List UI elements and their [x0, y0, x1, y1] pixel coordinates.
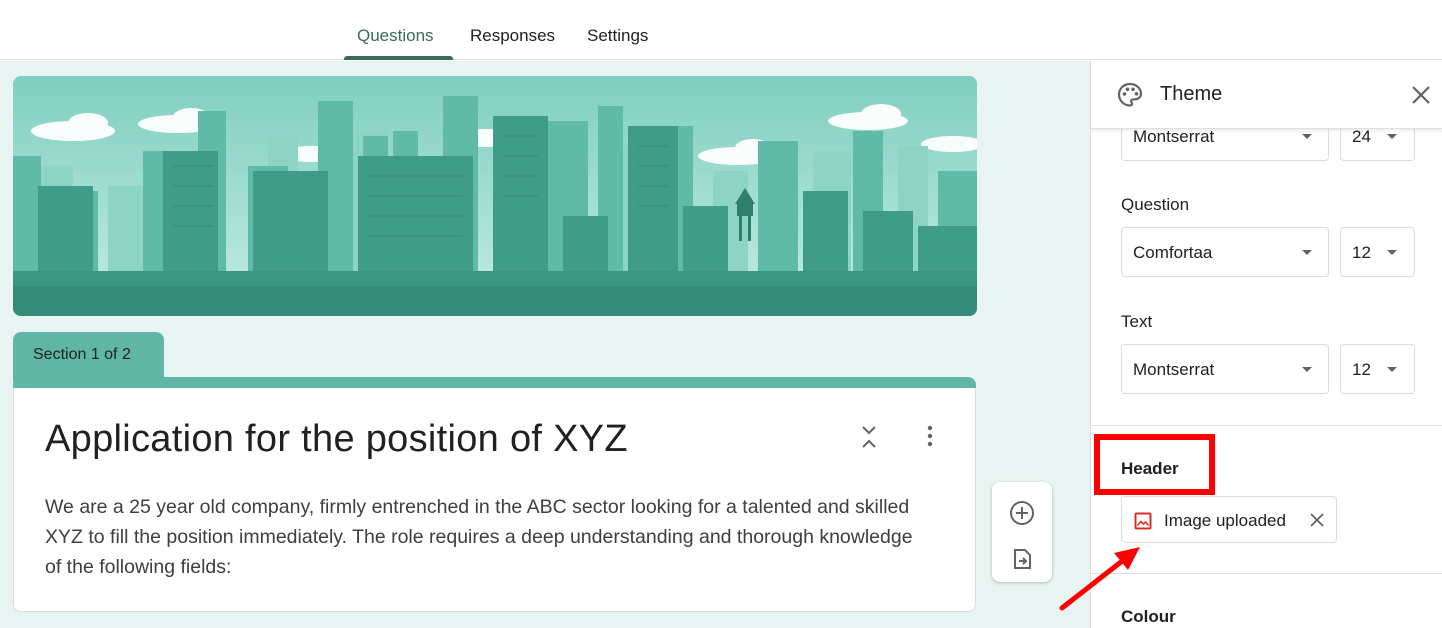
chevron-down-icon	[1302, 134, 1312, 139]
text-label: Text	[1121, 312, 1153, 331]
header-image	[13, 76, 977, 316]
question-size-value: 12	[1352, 243, 1371, 262]
header-section-label: Header	[1121, 459, 1179, 478]
tab-settings[interactable]: Settings	[587, 26, 648, 46]
more-vert-icon[interactable]	[922, 424, 938, 448]
city-skyline-illustration	[13, 76, 977, 316]
active-tab-indicator	[344, 56, 453, 60]
top-tab-bar: Questions Responses Settings	[0, 0, 1442, 60]
theme-panel-title: Theme	[1160, 83, 1223, 105]
chevron-down-icon	[1387, 250, 1397, 255]
form-description[interactable]: We are a 25 year old company, firmly ent…	[45, 492, 925, 582]
form-title-card[interactable]: Application for the position of XYZ We a…	[13, 388, 976, 612]
floating-toolbar	[992, 482, 1052, 582]
image-uploaded-label: Image uploaded	[1164, 511, 1286, 530]
question-font-value: Comfortaa	[1133, 243, 1213, 262]
remove-image-close-icon[interactable]	[1309, 512, 1325, 528]
question-font-select[interactable]: Comfortaa	[1121, 227, 1329, 277]
form-canvas: Section 1 of 2 Application for the posit…	[0, 61, 1090, 628]
chevron-down-icon	[1387, 367, 1397, 372]
divider	[1091, 425, 1442, 426]
section-tab: Section 1 of 2	[13, 332, 164, 382]
chevron-down-icon	[1302, 367, 1312, 372]
chevron-down-icon	[1302, 250, 1312, 255]
theme-panel-header: Theme	[1091, 61, 1442, 129]
image-icon	[1134, 512, 1152, 530]
text-size-value: 12	[1352, 360, 1371, 379]
text-font-value: Montserrat	[1133, 360, 1215, 379]
close-icon[interactable]	[1409, 83, 1433, 107]
tab-questions[interactable]: Questions	[357, 26, 434, 46]
header-font-value: Montserrat	[1133, 127, 1215, 146]
question-size-select[interactable]: 12	[1340, 227, 1415, 277]
image-uploaded-chip[interactable]: Image uploaded	[1121, 496, 1337, 543]
tab-responses[interactable]: Responses	[470, 26, 555, 46]
collapse-icon[interactable]	[859, 424, 879, 450]
add-circle-icon[interactable]	[1009, 500, 1035, 526]
google-forms-editor: Questions Responses Settings Section 1 o…	[0, 0, 1442, 628]
import-icon[interactable]	[1011, 548, 1033, 570]
text-size-select[interactable]: 12	[1340, 344, 1415, 394]
header-size-value: 24	[1352, 127, 1371, 146]
question-label: Question	[1121, 195, 1190, 214]
palette-icon	[1117, 82, 1143, 107]
text-font-select[interactable]: Montserrat	[1121, 344, 1329, 394]
chevron-down-icon	[1387, 134, 1397, 139]
annotation-arrow	[1059, 547, 1140, 611]
form-title[interactable]: Application for the position of XYZ	[45, 418, 628, 461]
